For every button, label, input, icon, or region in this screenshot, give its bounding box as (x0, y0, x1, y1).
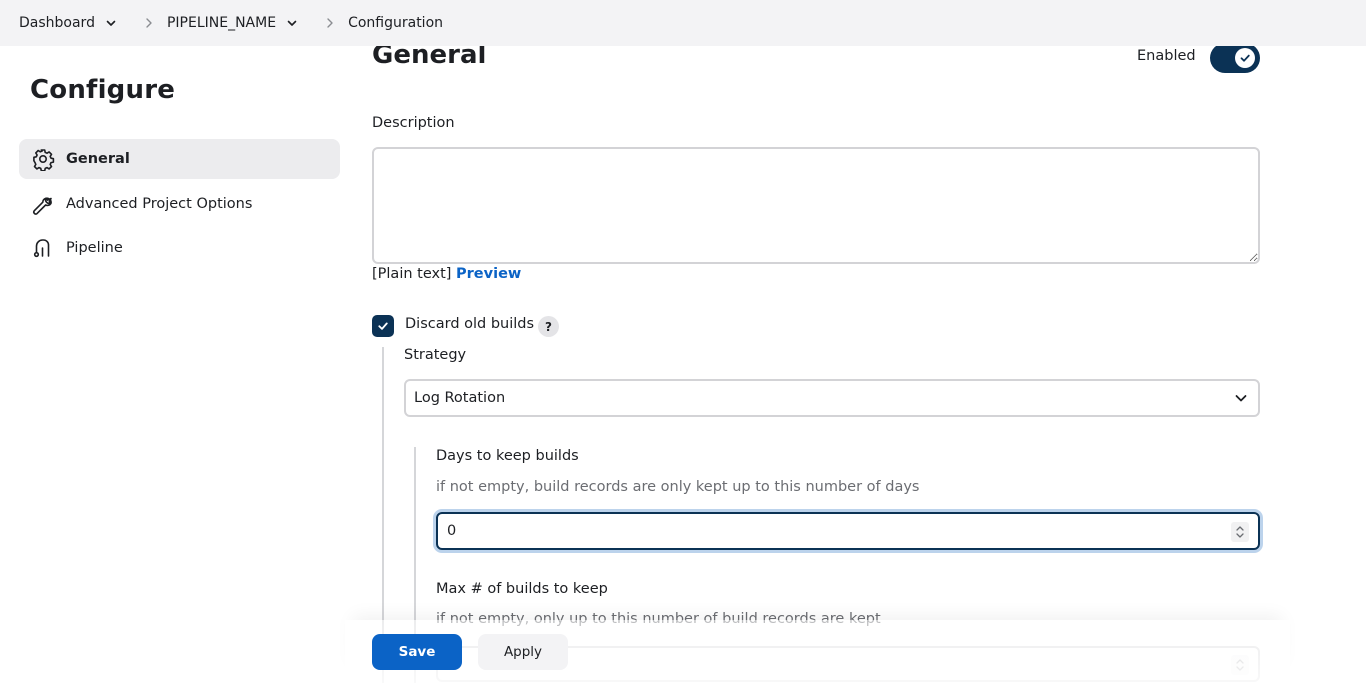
discard-old-builds-label[interactable]: Discard old builds (405, 316, 534, 332)
preview-link[interactable]: Preview (456, 266, 521, 282)
days-to-keep-label: Days to keep builds (436, 448, 579, 464)
chevron-down-icon[interactable] (286, 17, 298, 29)
breadcrumb-label: Configuration (348, 15, 444, 31)
help-icon[interactable]: ? (538, 316, 559, 337)
sidebar-item-advanced-project-options[interactable]: Advanced Project Options (19, 184, 340, 224)
gear-icon (31, 147, 55, 171)
sidebar-item-label: General (66, 151, 130, 167)
breadcrumb-item-configuration: Configuration (348, 15, 443, 31)
chevron-down-icon[interactable] (105, 17, 117, 29)
days-to-keep-help: if not empty, build records are only kep… (436, 479, 920, 495)
sidebar-item-general[interactable]: General (19, 139, 340, 179)
save-button[interactable]: Save (372, 634, 462, 670)
wrench-icon (31, 192, 55, 216)
breadcrumb: Dashboard PIPELINE_NAME Configuration (0, 0, 1366, 46)
enabled-label: Enabled (1137, 48, 1196, 64)
sidebar-item-pipeline[interactable]: Pipeline (19, 228, 340, 268)
description-label: Description (372, 115, 455, 131)
plain-text-row: [Plain text] Preview (372, 266, 521, 282)
toggle-knob (1235, 48, 1255, 68)
apply-button[interactable]: Apply (478, 634, 568, 670)
checkmark-icon (1240, 54, 1250, 62)
chevron-down-icon (1234, 391, 1248, 405)
breadcrumb-item-dashboard[interactable]: Dashboard (19, 15, 117, 31)
discard-old-builds-checkbox[interactable] (372, 315, 394, 337)
number-spinner[interactable] (1231, 522, 1249, 542)
breadcrumb-label[interactable]: Dashboard (19, 15, 95, 31)
sidebar-title: Configure (30, 75, 176, 105)
days-to-keep-input[interactable]: 0 (436, 512, 1260, 550)
chevron-right-icon (144, 17, 154, 29)
strategy-label: Strategy (404, 347, 467, 363)
description-textarea[interactable] (372, 147, 1260, 264)
plain-text-label: [Plain text] (372, 266, 452, 282)
pipeline-icon (31, 236, 55, 260)
breadcrumb-label[interactable]: PIPELINE_NAME (167, 15, 276, 31)
enabled-toggle[interactable] (1210, 43, 1260, 73)
breadcrumb-item-pipeline[interactable]: PIPELINE_NAME (167, 15, 298, 31)
strategy-selected-value: Log Rotation (414, 390, 506, 406)
checkmark-icon (378, 322, 388, 330)
sidebar-item-label: Pipeline (66, 240, 123, 256)
days-to-keep-value: 0 (447, 523, 457, 539)
max-builds-label: Max # of builds to keep (436, 581, 608, 597)
sidebar-item-label: Advanced Project Options (66, 196, 253, 212)
chevron-right-icon (325, 17, 335, 29)
strategy-select[interactable]: Log Rotation (404, 379, 1260, 417)
